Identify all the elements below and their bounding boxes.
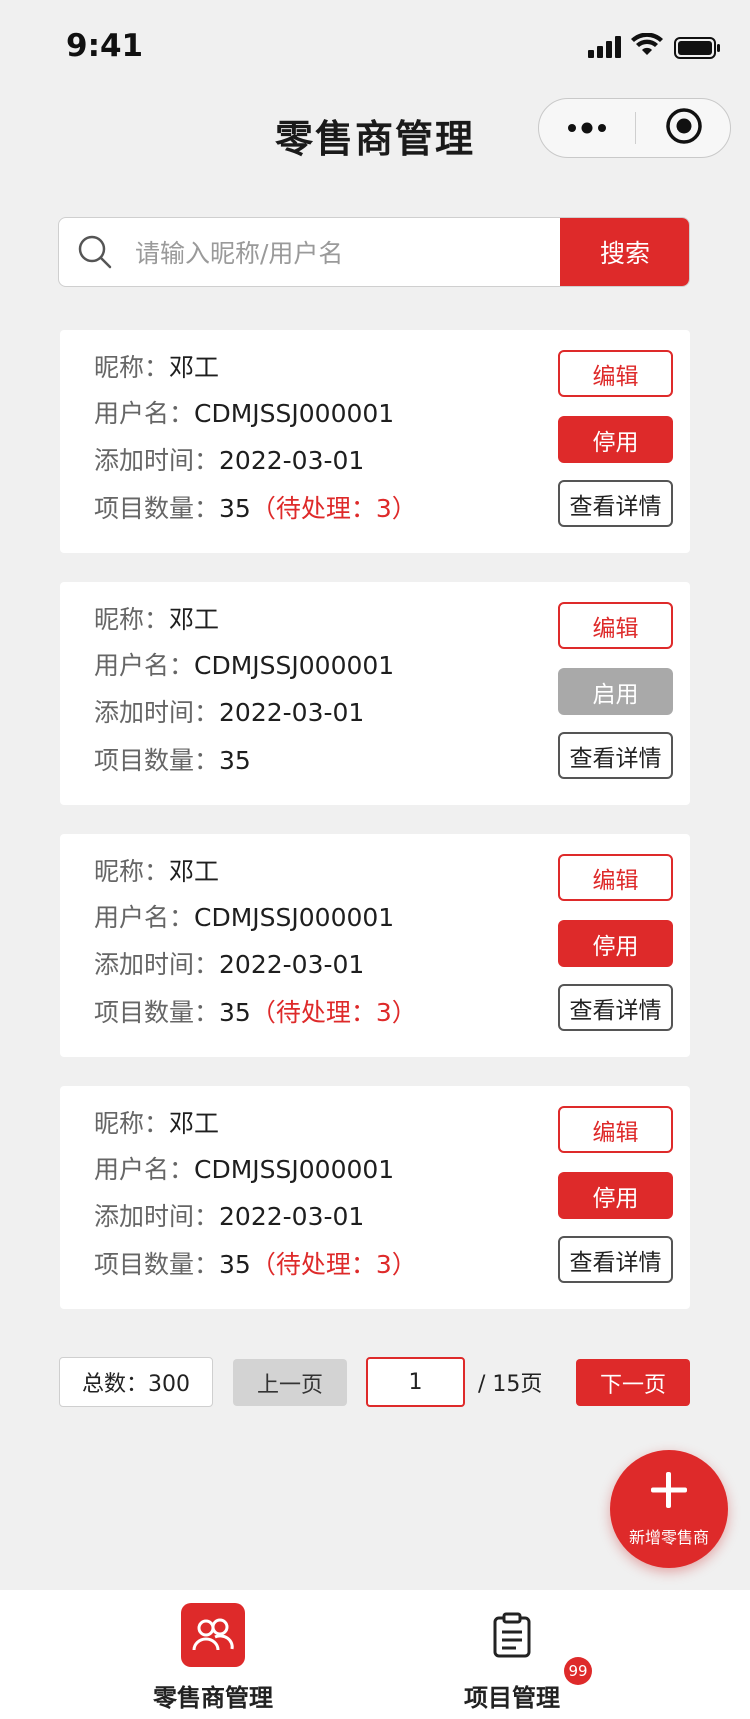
retailer-card: 昵称：邓工 用户名：CDMJSSJ000001 添加时间：2022-03-01 … [60, 330, 690, 553]
project-count-value: 35 [219, 1250, 251, 1279]
pending-count: （待处理：3） [250, 998, 417, 1027]
notification-badge: 99 [564, 1657, 592, 1685]
nickname-label: 昵称： [94, 605, 170, 634]
retailer-card: 昵称：邓工 用户名：CDMJSSJ000001 添加时间：2022-03-01 … [60, 834, 690, 1057]
pagination: 总数：300 上一页 1 / 15页 下一页 [0, 1357, 750, 1407]
username-label: 用户名： [94, 399, 195, 428]
disable-button[interactable]: 停用 [558, 1172, 673, 1219]
project-count-value: 35 [219, 746, 251, 775]
nickname-value: 邓工 [169, 353, 220, 382]
nickname-label: 昵称： [94, 1109, 170, 1138]
added-time-value: 2022-03-01 [219, 1202, 365, 1231]
signal-icon [588, 36, 624, 62]
search-icon [77, 234, 113, 274]
add-retailer-label: 新增零售商 [628, 1528, 709, 1547]
edit-button[interactable]: 编辑 [558, 602, 673, 649]
plus-icon [647, 1468, 691, 1516]
edit-button[interactable]: 编辑 [558, 350, 673, 397]
wifi-icon [631, 32, 663, 61]
nickname-label: 昵称： [94, 857, 170, 886]
tab-project-management[interactable]: 项目管理 99 [362, 1590, 662, 1719]
edit-button[interactable]: 编辑 [558, 1106, 673, 1153]
added-time-value: 2022-03-01 [219, 446, 365, 475]
added-time-value: 2022-03-01 [219, 950, 365, 979]
username-label: 用户名： [94, 1155, 195, 1184]
tab-bar: 零售商管理 项目管理 99 [0, 1590, 750, 1719]
total-count: 总数：300 [59, 1357, 213, 1407]
tab-label: 项目管理 [464, 1684, 560, 1712]
status-time: 9:41 [66, 28, 144, 64]
mini-program-capsule [538, 98, 731, 158]
project-count-value: 35 [219, 494, 251, 523]
username-value: CDMJSSJ000001 [194, 903, 395, 932]
project-count-label: 项目数量： [94, 1250, 220, 1279]
project-count-label: 项目数量： [94, 494, 220, 523]
added-time-label: 添加时间： [94, 950, 220, 979]
more-button[interactable] [539, 99, 635, 157]
pending-count: （待处理：3） [250, 1250, 417, 1279]
more-dots-icon [567, 119, 607, 138]
view-details-button[interactable]: 查看详情 [558, 984, 673, 1031]
project-count-label: 项目数量： [94, 746, 220, 775]
add-retailer-button[interactable]: 新增零售商 [610, 1450, 728, 1568]
added-time-label: 添加时间： [94, 698, 220, 727]
clipboard-icon [480, 1603, 544, 1667]
retailer-card: 昵称：邓工 用户名：CDMJSSJ000001 添加时间：2022-03-01 … [60, 582, 690, 805]
retailer-card: 昵称：邓工 用户名：CDMJSSJ000001 添加时间：2022-03-01 … [60, 1086, 690, 1309]
nickname-value: 邓工 [169, 1109, 220, 1138]
pending-count: （待处理：3） [250, 494, 417, 523]
search-bar: 搜索 [58, 217, 690, 287]
search-input[interactable] [133, 218, 617, 286]
project-count-label: 项目数量： [94, 998, 220, 1027]
next-page-button[interactable]: 下一页 [576, 1359, 690, 1406]
added-time-value: 2022-03-01 [219, 698, 365, 727]
edit-button[interactable]: 编辑 [558, 854, 673, 901]
search-button[interactable]: 搜索 [560, 218, 689, 286]
nickname-label: 昵称： [94, 353, 170, 382]
close-miniprogram-button[interactable] [636, 99, 732, 157]
enable-button[interactable]: 启用 [558, 668, 673, 715]
battery-icon [674, 37, 722, 63]
tab-retailer-management[interactable]: 零售商管理 [63, 1590, 363, 1719]
username-value: CDMJSSJ000001 [194, 651, 395, 680]
view-details-button[interactable]: 查看详情 [558, 480, 673, 527]
prev-page-button[interactable]: 上一页 [233, 1359, 347, 1406]
nickname-value: 邓工 [169, 605, 220, 634]
target-circle-icon [665, 107, 703, 149]
nickname-value: 邓工 [169, 857, 220, 886]
username-label: 用户名： [94, 903, 195, 932]
added-time-label: 添加时间： [94, 446, 220, 475]
total-pages: / 15页 [478, 1372, 543, 1397]
page-number-input[interactable]: 1 [366, 1357, 465, 1407]
project-count-value: 35 [219, 998, 251, 1027]
tab-label: 零售商管理 [153, 1684, 273, 1712]
username-value: CDMJSSJ000001 [194, 1155, 395, 1184]
disable-button[interactable]: 停用 [558, 416, 673, 463]
disable-button[interactable]: 停用 [558, 920, 673, 967]
username-value: CDMJSSJ000001 [194, 399, 395, 428]
added-time-label: 添加时间： [94, 1202, 220, 1231]
users-icon [181, 1603, 245, 1667]
view-details-button[interactable]: 查看详情 [558, 732, 673, 779]
view-details-button[interactable]: 查看详情 [558, 1236, 673, 1283]
nav-bar: 零售商管理 [0, 90, 750, 170]
status-bar: 9:41 [0, 0, 750, 90]
username-label: 用户名： [94, 651, 195, 680]
